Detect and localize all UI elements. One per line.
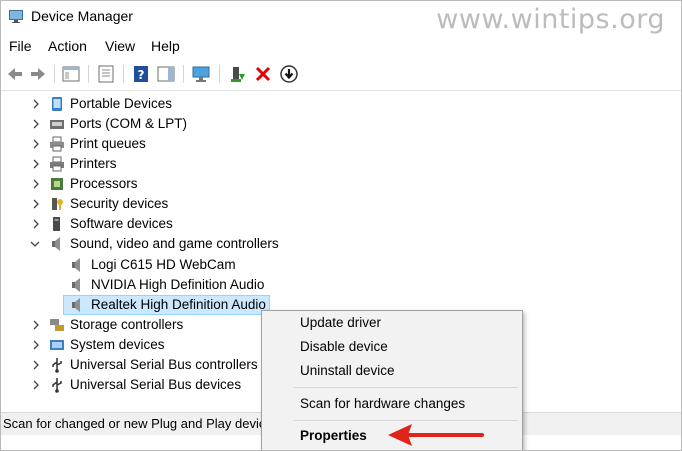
tree-item-printers[interactable]: Printers [1, 154, 401, 174]
tree-item-label: Storage controllers [70, 317, 184, 332]
device-manager-icon [9, 10, 23, 23]
speaker-icon [72, 258, 80, 272]
menu-help[interactable]: Help [151, 38, 180, 54]
update-driver-icon[interactable] [227, 64, 247, 84]
usb-icon [52, 358, 62, 373]
chevron-right-icon[interactable] [31, 154, 41, 174]
tree-item-print-queues[interactable]: Print queues [1, 134, 401, 154]
tree-item-usb-controllers[interactable]: Universal Serial Bus controllers [1, 355, 261, 375]
chevron-right-icon[interactable] [31, 315, 41, 335]
tree-item-sound-video-game[interactable]: Sound, video and game controllers [1, 234, 401, 254]
menu-item-uninstall-device[interactable]: Uninstall device [300, 363, 395, 378]
storage-controller-icon [50, 319, 64, 331]
menu-item-update-driver[interactable]: Update driver [300, 315, 381, 330]
menu-file[interactable]: File [9, 38, 32, 54]
scan-download-icon[interactable] [279, 64, 299, 84]
red-arrow-icon [388, 424, 484, 446]
chevron-down-icon[interactable] [30, 234, 40, 254]
tree-item-label: System devices [70, 337, 165, 352]
menu-item-disable-device[interactable]: Disable device [300, 339, 388, 354]
menu-action[interactable]: Action [48, 38, 87, 54]
show-hide-console-tree-icon[interactable] [61, 64, 81, 84]
port-icon [50, 120, 64, 129]
chevron-right-icon[interactable] [31, 174, 41, 194]
menu-item-scan-hardware[interactable]: Scan for hardware changes [300, 396, 465, 411]
window-title: Device Manager [31, 8, 133, 24]
menu-view[interactable]: View [105, 38, 135, 54]
chevron-right-icon[interactable] [31, 134, 41, 154]
chevron-right-icon[interactable] [31, 355, 41, 375]
tree-item-label: Universal Serial Bus controllers [70, 357, 258, 372]
speaker-icon [52, 237, 60, 251]
tree-item-label: NVIDIA High Definition Audio [91, 277, 265, 292]
tree-item-system-devices[interactable]: System devices [1, 335, 261, 355]
tree-item-storage-controllers[interactable]: Storage controllers [1, 315, 261, 335]
menu-separator [294, 387, 518, 388]
printer-icon [50, 156, 64, 172]
security-device-icon [52, 198, 63, 210]
tree-item-label: Realtek High Definition Audio [91, 297, 266, 312]
system-device-icon [50, 340, 64, 350]
speaker-icon [72, 298, 80, 312]
tree-item-label: Logi C615 HD WebCam [91, 257, 236, 272]
chevron-right-icon[interactable] [31, 194, 41, 214]
action-pane-icon[interactable] [156, 64, 176, 84]
chevron-right-icon[interactable] [31, 114, 41, 134]
tree-item-label: Security devices [70, 196, 169, 211]
properties-sheet-icon[interactable] [96, 64, 116, 84]
chevron-right-icon[interactable] [31, 94, 41, 114]
tree-item-ports[interactable]: Ports (COM & LPT) [1, 114, 401, 134]
tree-item-processors[interactable]: Processors [1, 174, 401, 194]
device-manager-window: Device Manager www.wintips.org File Acti… [0, 0, 682, 451]
tree-item-label: Software devices [70, 216, 173, 231]
menu-item-properties[interactable]: Properties [300, 428, 367, 443]
watermark: www.wintips.org [436, 4, 665, 35]
toolbar: ? [1, 60, 681, 88]
chevron-right-icon[interactable] [31, 375, 41, 395]
tree-item-label: Sound, video and game controllers [70, 236, 279, 251]
tree-item-software-devices[interactable]: Software devices [1, 214, 401, 234]
tree-item-usb-devices[interactable]: Universal Serial Bus devices [1, 375, 261, 395]
status-text: Scan for changed or new Plug and Play de… [3, 416, 266, 431]
uninstall-icon[interactable] [253, 64, 273, 84]
tree-item-label: Print queues [70, 136, 146, 151]
chevron-right-icon[interactable] [31, 335, 41, 355]
processor-icon [51, 178, 63, 190]
tree-item-security-devices[interactable]: Security devices [1, 194, 401, 214]
tree-item-logi-webcam[interactable]: Logi C615 HD WebCam [1, 255, 401, 275]
software-device-icon [53, 217, 60, 231]
computer-icon[interactable] [191, 64, 211, 84]
usb-icon [52, 378, 62, 393]
tree-item-label: Printers [70, 156, 117, 171]
tree-item-label: Ports (COM & LPT) [70, 116, 188, 131]
divider [1, 90, 681, 91]
svg-text:?: ? [138, 68, 145, 82]
tree-item-label: Processors [70, 176, 138, 191]
portable-device-icon [52, 97, 62, 111]
tree-item-portable-devices[interactable]: Portable Devices [1, 94, 401, 114]
help-icon[interactable]: ? [131, 64, 151, 84]
tree-item-nvidia-audio[interactable]: NVIDIA High Definition Audio [1, 275, 401, 295]
title-bar: Device Manager www.wintips.org [1, 1, 681, 35]
forward-icon[interactable] [28, 64, 48, 84]
chevron-right-icon[interactable] [31, 214, 41, 234]
print-queue-icon [50, 136, 64, 152]
menu-bar: File Action View Help [1, 34, 681, 58]
speaker-icon [72, 278, 80, 292]
tree-item-label: Portable Devices [70, 96, 173, 111]
back-icon[interactable] [5, 64, 25, 84]
tree-item-label: Universal Serial Bus devices [70, 377, 242, 392]
